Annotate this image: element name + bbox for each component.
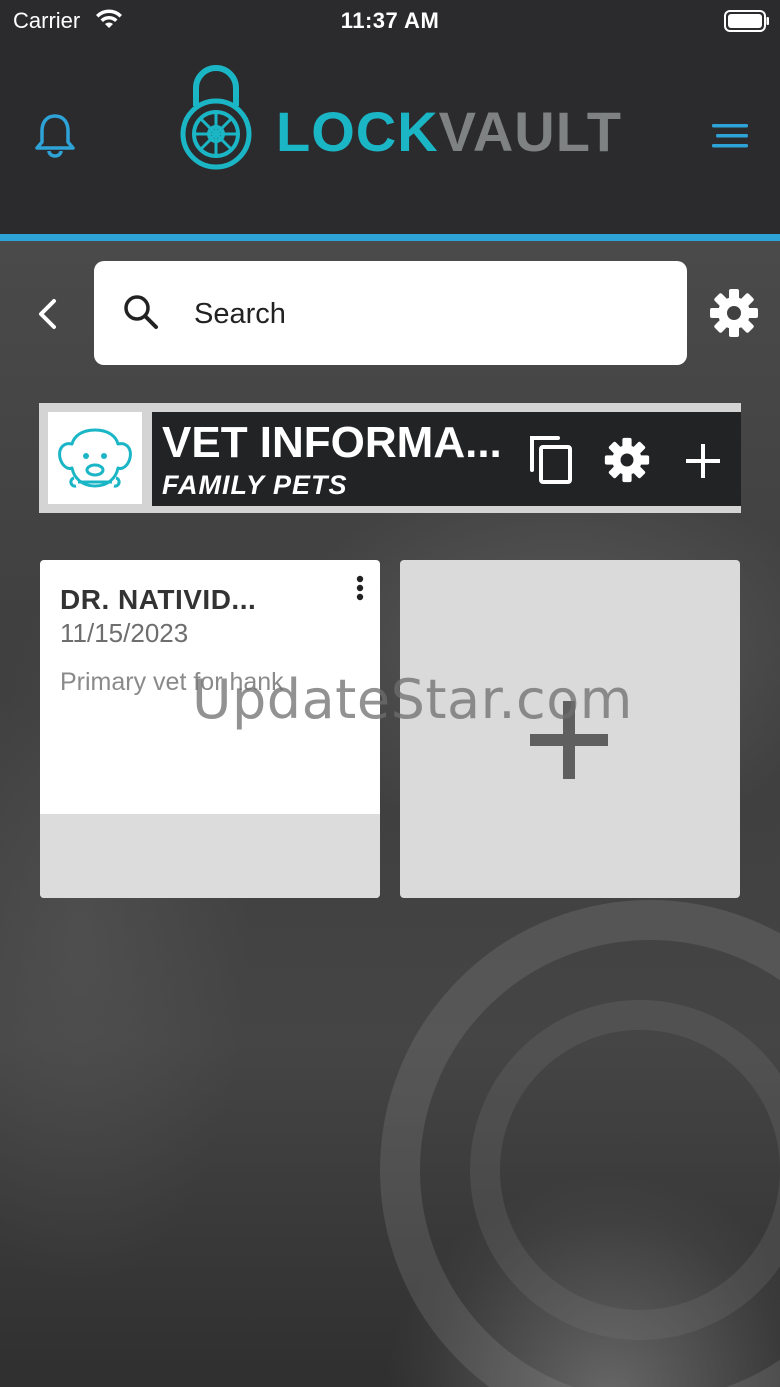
copy-icon[interactable] [528,434,574,491]
app-logo-text: LOCKVAULT [276,104,622,160]
card-footer [40,814,380,898]
category-subtitle: FAMILY PETS [162,470,348,500]
header-accent-line [0,234,780,241]
search-input[interactable] [192,291,656,337]
hamburger-menu-icon[interactable] [712,122,750,155]
category-settings-icon[interactable] [603,436,651,489]
record-card[interactable]: DR. NATIVID... 11/15/2023 Primary vet fo… [40,560,380,898]
card-title: DR. NATIVID... [60,584,257,615]
search-icon [122,293,160,336]
dog-icon [58,428,132,488]
bell-icon[interactable] [34,112,76,163]
more-options-icon[interactable] [352,574,368,611]
app-header: Carrier 11:37 AM LOCKVAULT [0,0,780,234]
back-chevron-icon[interactable] [34,298,60,335]
logo-vault-text: VAULT [438,100,622,163]
plus-icon [530,701,608,784]
search-bar[interactable] [94,261,687,365]
gear-icon[interactable] [708,287,760,344]
add-record-card[interactable] [400,560,740,898]
category-image [48,412,142,504]
logo-lock-text: LOCK [276,100,439,163]
add-item-plus-icon[interactable] [684,442,722,485]
category-banner: VET INFORMA... FAMILY PETS [39,403,741,513]
battery-icon [724,10,770,38]
lockvault-logo-icon [178,62,254,179]
card-description: Primary vet for hank [60,668,284,696]
category-header: VET INFORMA... FAMILY PETS [152,412,741,506]
clock: 11:37 AM [340,8,440,33]
card-date: 11/15/2023 [60,618,189,648]
status-bar: Carrier 11:37 AM [0,0,780,42]
category-title: VET INFORMA... [162,418,502,467]
